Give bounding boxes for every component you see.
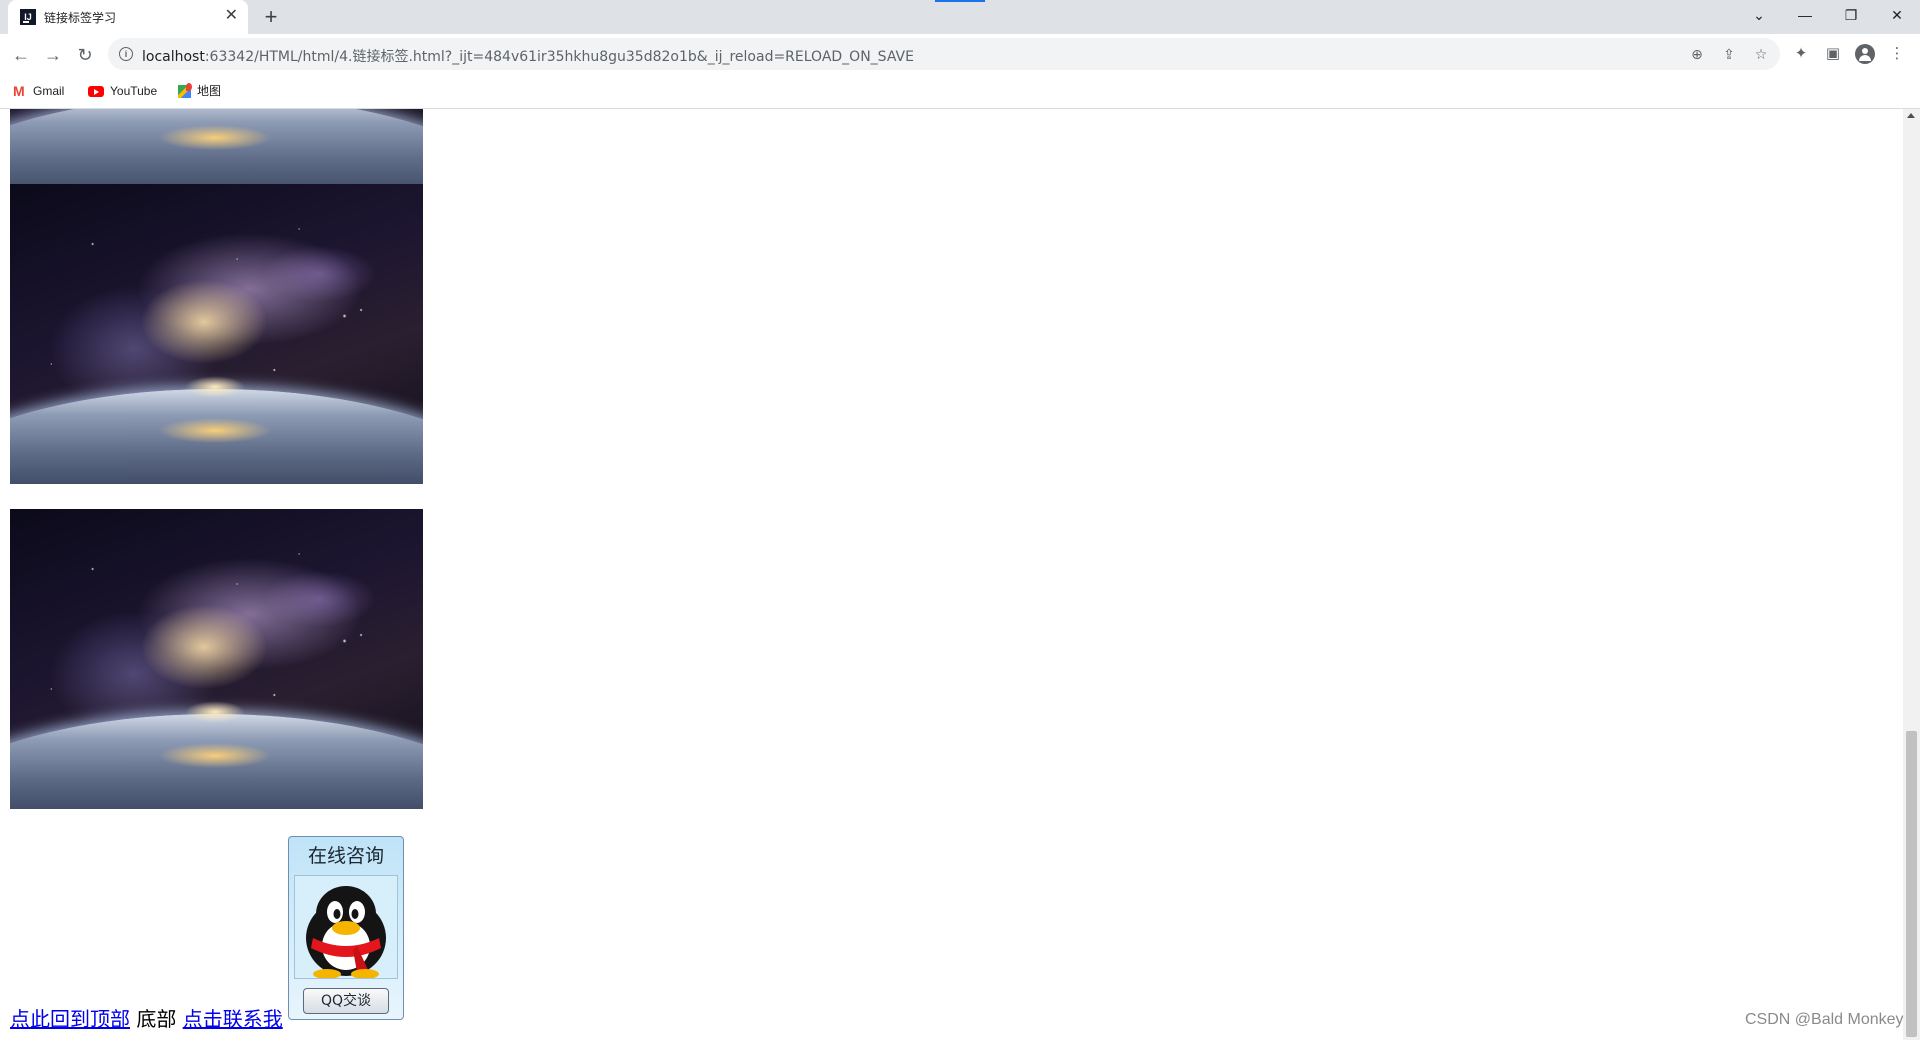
sun-glow xyxy=(185,376,245,398)
bookmarks-bar: Gmail YouTube 地图 xyxy=(0,74,1920,109)
url-path: :63342/HTML/html/4.链接标签.html?_ijt=484v61… xyxy=(204,49,914,65)
tab-close-icon[interactable]: ✕ xyxy=(225,7,238,25)
back-to-top-link[interactable]: 点此回到顶部 xyxy=(10,1007,130,1031)
csdn-watermark: CSDN @Bald Monkey xyxy=(1745,1011,1904,1028)
bookmark-label: Gmail xyxy=(33,84,65,98)
contact-me-link[interactable]: 点击联系我 xyxy=(183,1007,283,1031)
vertical-scrollbar[interactable] xyxy=(1903,109,1920,1040)
profile-avatar-icon[interactable] xyxy=(1855,44,1875,64)
bookmark-youtube[interactable]: YouTube xyxy=(88,82,157,100)
bookmark-maps[interactable]: 地图 xyxy=(178,82,221,100)
bookmark-label: 地图 xyxy=(197,84,222,98)
side-panel-icon[interactable]: ▣ xyxy=(1823,44,1843,64)
new-tab-button[interactable]: + xyxy=(258,4,284,30)
qq-penguin-icon xyxy=(294,875,398,979)
bottom-label: 底部 xyxy=(136,1007,177,1031)
reload-icon[interactable]: ↻ xyxy=(72,42,98,68)
bookmark-star-icon[interactable]: ☆ xyxy=(1752,45,1770,63)
youtube-icon xyxy=(88,86,104,98)
restore-button[interactable]: ❐ xyxy=(1828,0,1874,30)
space-image xyxy=(10,184,423,484)
close-window-button[interactable]: ✕ xyxy=(1874,0,1920,30)
tab-title: 链接标签学习 xyxy=(44,11,117,25)
forward-arrow-icon[interactable]: → xyxy=(40,42,66,68)
scroll-up-arrow-icon[interactable] xyxy=(1907,113,1915,118)
address-bar[interactable]: i localhost:63342/HTML/html/4.链接标签.html?… xyxy=(108,38,1780,70)
back-arrow-icon[interactable]: ← xyxy=(8,42,34,68)
loading-indicator xyxy=(935,0,985,2)
intellij-favicon-icon: IJ xyxy=(20,9,36,25)
more-menu-icon[interactable]: ⋮ xyxy=(1887,44,1907,64)
footer-line: 点此回到顶部 底部 点击联系我 xyxy=(10,1003,283,1032)
qq-consult-widget[interactable]: 在线咨询 QQ交谈 xyxy=(288,836,404,1020)
extensions-puzzle-icon[interactable]: ✦ xyxy=(1791,44,1811,64)
maps-icon xyxy=(178,83,192,99)
page-viewport: 在线咨询 QQ交谈 点此回到顶部 底部 点击联系我 CSDN @Bald Mon… xyxy=(0,109,1920,1040)
browser-tab[interactable]: IJ 链接标签学习 ✕ xyxy=(8,0,248,34)
tab-search-icon[interactable]: ⌄ xyxy=(1736,0,1782,30)
title-bar: IJ 链接标签学习 ✕ + ⌄ — ❐ ✕ xyxy=(0,0,1920,34)
planet-horizon xyxy=(10,714,423,809)
bookmark-label: YouTube xyxy=(110,84,158,98)
scroll-thumb[interactable] xyxy=(1906,731,1917,1037)
space-image xyxy=(10,509,423,809)
minimize-button[interactable]: — xyxy=(1782,0,1828,30)
planet-horizon xyxy=(10,389,423,484)
url-host: localhost xyxy=(142,49,205,65)
site-info-icon[interactable]: i xyxy=(119,47,133,61)
qq-widget-title: 在线咨询 xyxy=(307,845,384,867)
zoom-icon[interactable]: ⊕ xyxy=(1688,45,1706,63)
planet-horizon xyxy=(10,109,423,191)
bookmark-gmail[interactable]: Gmail xyxy=(13,82,64,100)
browser-toolbar: ← → ↻ i localhost:63342/HTML/html/4.链接标签… xyxy=(0,34,1920,74)
sun-glow xyxy=(185,701,245,723)
url-text[interactable]: localhost:63342/HTML/html/4.链接标签.html?_i… xyxy=(142,46,914,66)
space-image xyxy=(10,109,423,191)
gmail-icon xyxy=(13,82,27,100)
qq-chat-button[interactable]: QQ交谈 xyxy=(303,988,389,1014)
share-icon[interactable]: ⇪ xyxy=(1720,45,1738,63)
